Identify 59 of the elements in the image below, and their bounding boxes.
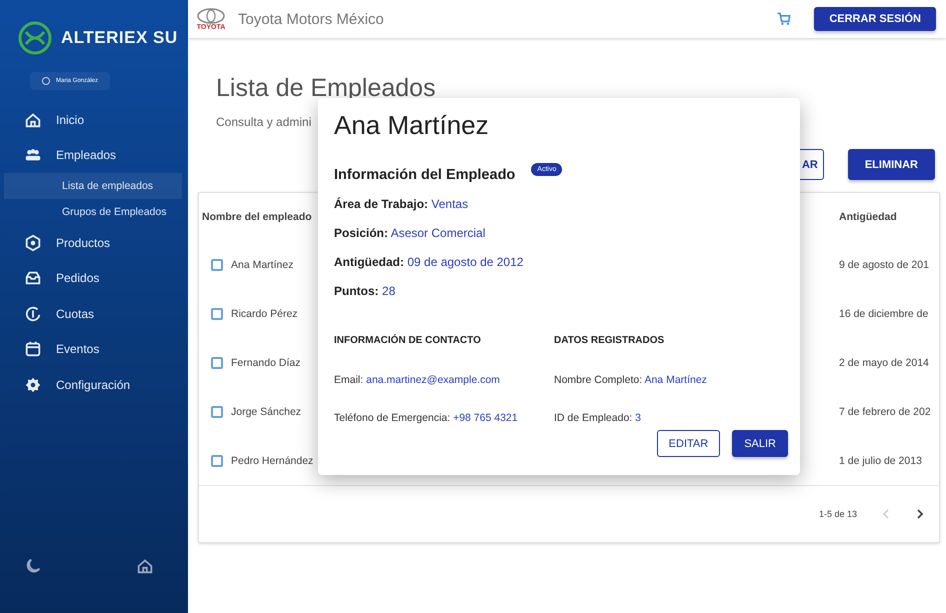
row-checkbox[interactable] bbox=[211, 259, 223, 272]
table-cell: Jorge Sánchez bbox=[231, 406, 302, 418]
column-header: Antigüedad bbox=[839, 210, 898, 223]
info-field: Área de Trabajo: Ventas bbox=[334, 197, 788, 212]
cart-icon[interactable] bbox=[776, 11, 792, 27]
home-icon[interactable] bbox=[136, 557, 154, 575]
table-cell-text: 16 de diciembre de bbox=[839, 308, 930, 320]
logout-button[interactable]: CERRAR SESIÓN bbox=[814, 7, 936, 31]
row-checkbox[interactable] bbox=[211, 454, 223, 467]
dialog-title: Ana Martínez bbox=[334, 110, 490, 141]
action-button[interactable]: ELIMINAR bbox=[848, 149, 935, 180]
page-subtitle: Consulta y admini bbox=[216, 115, 312, 129]
section-title: Información del Empleado bbox=[334, 167, 516, 183]
nav-item[interactable]: Configuración bbox=[0, 367, 188, 402]
info-field: Posición: Asesor Comercial bbox=[334, 226, 788, 241]
section-heading: INFORMACIÓN DE CONTACTO bbox=[334, 335, 482, 346]
info-field: Teléfono de Emergencia: +98 765 4321 bbox=[334, 412, 554, 424]
info-field: Email: ana.martinez@example.com bbox=[334, 374, 554, 386]
row-checkbox[interactable] bbox=[211, 308, 223, 320]
pagination-text: 1-5 de 13 bbox=[818, 509, 857, 520]
table-cell-text: 9 de agosto de 201 bbox=[839, 259, 930, 272]
gear-icon bbox=[24, 376, 42, 394]
box-icon bbox=[24, 234, 42, 252]
column-header: Nombre del empleado bbox=[202, 210, 312, 223]
row-checkbox[interactable] bbox=[211, 357, 223, 369]
row-checkbox[interactable] bbox=[211, 406, 223, 418]
nav-item[interactable]: Eventos bbox=[0, 332, 188, 367]
table-cell-text: 2 de mayo de 2014 bbox=[839, 357, 930, 369]
nav-subitem[interactable]: Grupos de Empleados bbox=[4, 199, 182, 225]
info-field: Puntos: 28 bbox=[334, 284, 788, 299]
table-cell: Fernando Díaz bbox=[231, 357, 300, 369]
info-field: ID de Empleado: 3 bbox=[554, 412, 788, 424]
calendar-icon bbox=[24, 340, 42, 358]
section-heading: DATOS REGISTRADOS bbox=[554, 335, 666, 346]
table-cell: Pedro Hernández bbox=[231, 454, 314, 467]
dialog-button[interactable]: EDITAR bbox=[656, 430, 720, 457]
nav-item[interactable]: Productos bbox=[0, 225, 188, 260]
table-cell-text: 7 de febrero de 202 bbox=[839, 406, 932, 418]
logo-icon bbox=[17, 20, 53, 56]
cycle-icon bbox=[24, 304, 42, 323]
nav-item[interactable]: Pedidos bbox=[0, 260, 188, 296]
logo-text: ALTERIEX SU bbox=[61, 28, 178, 48]
table-cell: Ricardo Pérez bbox=[231, 308, 298, 320]
company-name: Toyota Motors México bbox=[238, 10, 385, 28]
previous-icon[interactable] bbox=[881, 509, 891, 520]
info-field: Antigüedad: 09 de agosto de 2012 bbox=[334, 255, 788, 270]
table-cell: Ana Martínez bbox=[231, 259, 294, 272]
page-title: Lista de Empleados bbox=[216, 74, 437, 103]
nav-subitem[interactable]: Lista de empleados bbox=[4, 173, 182, 199]
home-icon bbox=[24, 110, 42, 129]
nav-item[interactable]: Empleados bbox=[0, 138, 188, 173]
nav-item[interactable]: Cuotas bbox=[0, 296, 188, 332]
next-icon[interactable] bbox=[915, 509, 925, 520]
nav-item[interactable]: Inicio bbox=[0, 102, 188, 138]
moon-icon[interactable] bbox=[24, 557, 42, 575]
dialog-button[interactable]: SALIR bbox=[732, 430, 788, 457]
info-field: Nombre Completo: Ana Martínez bbox=[554, 374, 788, 386]
tray-icon bbox=[24, 269, 42, 288]
table-cell-text: 1 de julio de 2013 bbox=[839, 454, 923, 467]
